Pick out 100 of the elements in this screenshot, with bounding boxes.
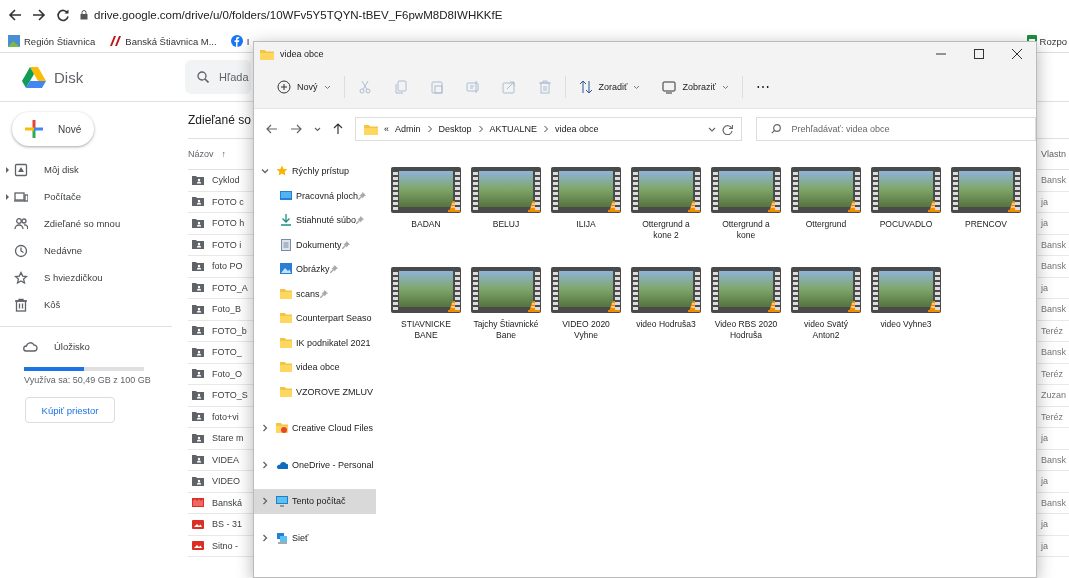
breadcrumb[interactable]: videa obce [555,124,599,134]
nav-item[interactable]: Dokumenty [254,232,376,257]
column-header[interactable]: Vlastn [1041,149,1069,159]
address-bar[interactable]: « Admin Desktop AKTUALNE videa obce [355,117,743,141]
video-thumbnail[interactable] [631,267,701,313]
file-name[interactable]: FOTO_A [212,282,248,293]
file-name[interactable]: video Svätý Anton2 [792,319,860,341]
breadcrumb[interactable]: Admin [395,124,421,134]
file-name[interactable]: VIDEO [212,476,240,487]
nav-item[interactable]: Stiahnuté súbo [254,208,376,233]
file-name[interactable]: FOTO_S [212,390,248,401]
bookmark[interactable]: I [230,35,250,47]
video-thumbnail[interactable] [551,267,621,313]
caret-right-icon[interactable] [5,193,10,200]
nav-item[interactable]: IK podnikatel 2021 [254,330,376,355]
video-thumbnail[interactable] [631,167,701,213]
file-name[interactable]: Sitno - [212,540,238,551]
bookmark[interactable]: Región Štiavnica [8,35,96,47]
file-name[interactable]: video Vyhne3 [872,319,940,330]
search-field[interactable]: Hľada [185,60,251,94]
sidebar-item[interactable]: Kôš [0,291,182,318]
new-button[interactable]: Nové [12,112,94,146]
file-name[interactable]: VIDEO 2020 Vyhne [552,319,620,341]
file-name[interactable]: ILIJA [552,219,620,230]
nav-item[interactable]: Obrázky [254,257,376,282]
file-name[interactable]: PRENCOV [952,219,1020,230]
nav-item[interactable]: videa obce [254,355,376,380]
sidebar-item[interactable]: Zdieľané so mnou [0,210,182,237]
file-name[interactable]: FOTO i [212,239,242,250]
file-name[interactable]: Banská [212,497,243,508]
video-thumbnail[interactable] [391,167,461,213]
address-bar-url[interactable]: drive.google.com/drive/u/0/folders/10WFv5Y5TQYN-tBEV_F6pwM8D8IWHKKfE [94,9,503,21]
sidebar-item[interactable]: S hviezdičkou [0,264,182,291]
file-name[interactable]: Ottergrund a kone [712,219,780,241]
nav-item[interactable]: Rýchly prístup [254,159,376,184]
new-button[interactable]: Nový [268,73,340,101]
video-thumbnail[interactable] [951,167,1021,213]
video-thumbnail[interactable] [711,167,781,213]
video-thumbnail[interactable] [791,267,861,313]
video-thumbnail[interactable] [871,267,941,313]
more-button[interactable]: ⋯ [746,73,780,101]
back-arrow-icon[interactable] [8,8,22,22]
file-name[interactable]: Ottergrund a kone 2 [632,219,700,241]
breadcrumb[interactable]: Desktop [438,124,472,134]
sidebar-item[interactable]: Nedávne [0,237,182,264]
video-thumbnail[interactable] [551,167,621,213]
file-name[interactable]: POCUVADLO [872,219,940,230]
video-thumbnail[interactable] [871,167,941,213]
file-name[interactable]: FOTO_b [212,325,247,336]
nav-item[interactable]: Counterpart Seaso [254,306,376,331]
video-thumbnail[interactable] [471,167,541,213]
video-thumbnail[interactable] [791,167,861,213]
file-name[interactable]: Stare m [212,433,244,444]
nav-item[interactable]: Creative Cloud Files [254,416,376,441]
dropdown-caret-icon[interactable] [708,126,717,132]
close-icon[interactable] [1012,49,1022,59]
sidebar-item[interactable]: Môj disk [0,156,182,183]
file-name[interactable]: BELUJ [472,219,540,230]
nav-item[interactable]: Sieť [254,525,376,550]
video-thumbnail[interactable] [471,267,541,313]
file-name[interactable]: BADAN [392,219,460,230]
file-name[interactable]: Foto_O [212,368,242,379]
nav-item[interactable]: Tento počítač [254,489,376,514]
file-name[interactable]: video Hodruša3 [632,319,700,330]
file-name[interactable]: FOTO h [212,218,245,229]
file-name[interactable]: foto+vi [212,411,239,422]
sort-button[interactable]: Zoradiť [569,73,650,101]
sort-arrow[interactable]: ↑ [221,149,226,159]
dropdown-caret-icon[interactable] [314,126,321,132]
file-name[interactable]: foto PO [212,261,243,272]
nav-item[interactable]: OneDrive - Personal [254,452,376,477]
file-name[interactable]: Ottergrund [792,219,860,230]
forward-arrow-icon[interactable] [290,124,302,134]
file-name[interactable]: Cyklod [212,175,240,186]
breadcrumb[interactable]: AKTUALNE [489,124,538,134]
sidebar-item[interactable]: Počítače [0,183,182,210]
view-button[interactable]: Zobraziť [653,73,738,101]
file-name[interactable]: Tajchy Štiavnické Bane [472,319,540,341]
search-field[interactable]: Prehľadávať: videa obce [756,117,1036,141]
file-name[interactable]: STIAVNICKE BANE [392,319,460,341]
video-thumbnail[interactable] [391,267,461,313]
up-arrow-icon[interactable] [333,123,343,135]
file-name[interactable]: Video RBS 2020 Hodruša [712,319,780,341]
bookmark[interactable]: Banská Štiavnica M... [109,35,217,47]
breadcrumb-overflow[interactable]: « [384,124,389,134]
back-arrow-icon[interactable] [266,124,278,134]
file-name[interactable]: FOTO_ [212,347,242,358]
file-name[interactable]: FOTO c [212,196,244,207]
nav-item[interactable]: scans [254,281,376,306]
refresh-icon[interactable] [722,123,734,135]
file-name[interactable]: BS - 31 [212,519,242,530]
storage-item[interactable]: Úložisko [0,335,182,357]
forward-arrow-icon[interactable] [32,8,46,22]
buy-storage-button[interactable]: Kúpiť priestor [25,397,115,423]
maximize-icon[interactable] [974,49,984,59]
column-header[interactable]: Názov [188,149,214,159]
reload-icon[interactable] [56,8,70,22]
nav-item[interactable]: Pracovná ploch [254,183,376,208]
nav-item[interactable]: VZOROVE ZMLUV [254,379,376,404]
caret-right-icon[interactable] [5,166,10,173]
